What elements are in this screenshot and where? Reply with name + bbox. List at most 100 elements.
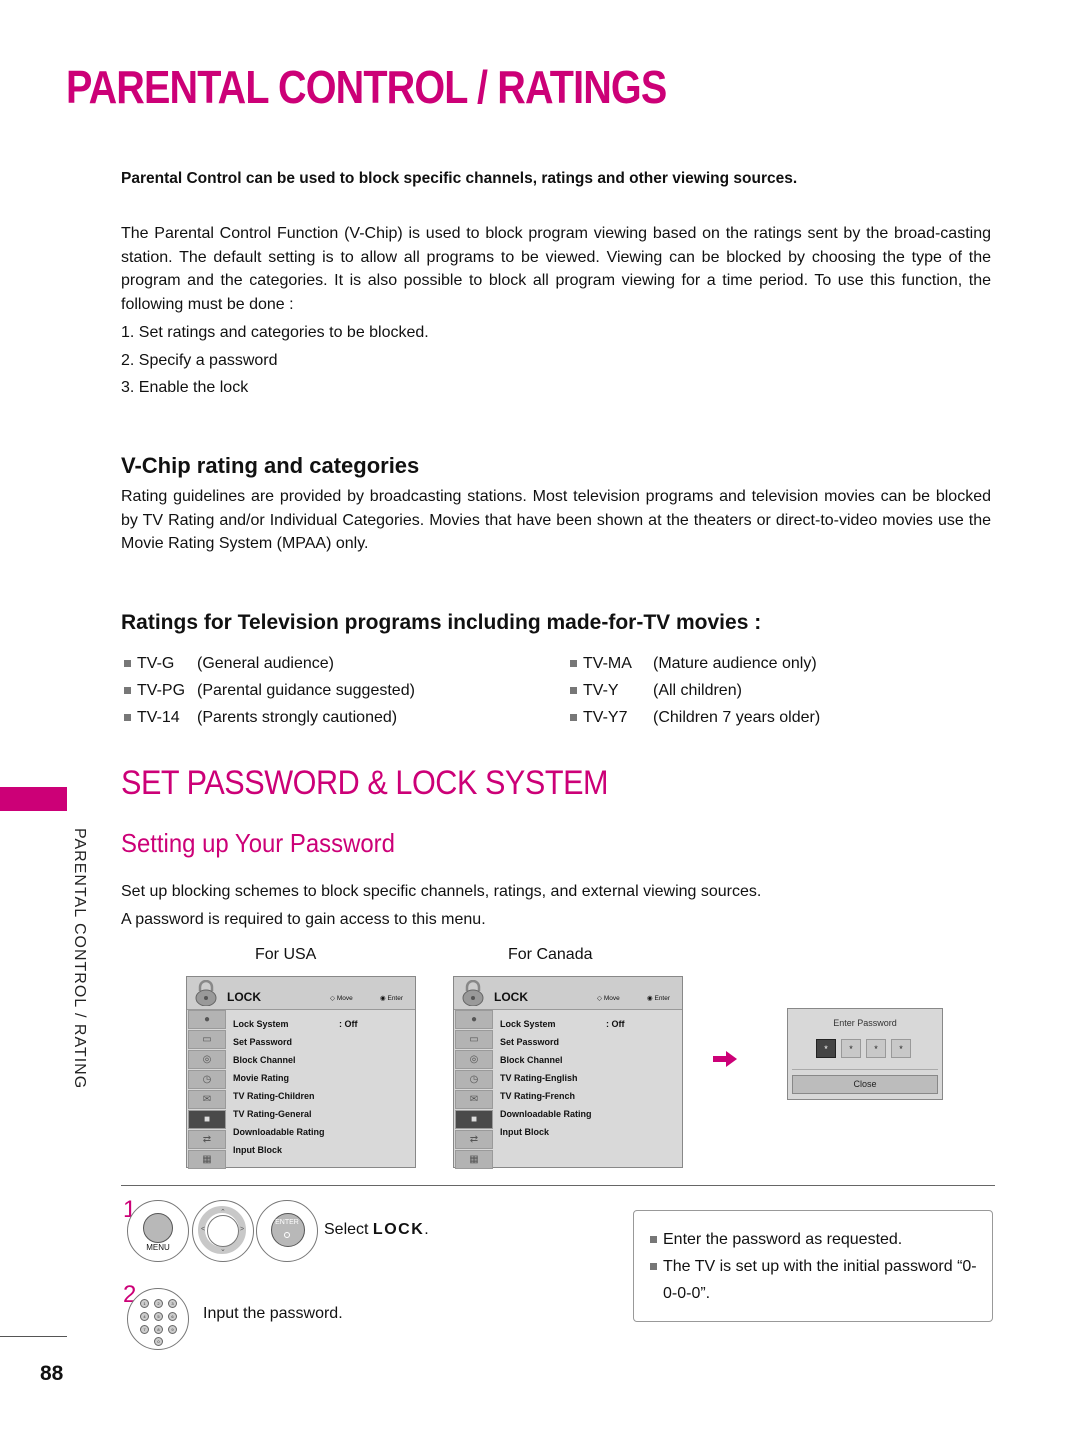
enter-hint: ◉ Enter xyxy=(647,995,671,1002)
requirement-step: 2. Specify a password xyxy=(121,351,278,369)
numpad-key: 4 xyxy=(140,1312,149,1321)
enter-remote-button: ENTER xyxy=(256,1200,318,1262)
enter-button-label: ENTER xyxy=(275,1219,299,1226)
password-digit-field[interactable]: * xyxy=(891,1039,911,1058)
menu-item-downloadable-rating[interactable]: Downloadable Rating xyxy=(233,1123,325,1141)
menu-item-input-block[interactable]: Input Block xyxy=(233,1141,325,1159)
rating-item: TV-G (General audience) xyxy=(124,650,415,677)
time-icon[interactable]: ◷ xyxy=(188,1070,226,1089)
audio-icon[interactable]: ◎ xyxy=(188,1050,226,1069)
lock-tab-icon[interactable]: ■ xyxy=(188,1110,226,1129)
picture-icon[interactable]: ▭ xyxy=(188,1030,226,1049)
requirement-step: 3. Enable the lock xyxy=(121,379,249,396)
section-title: SET PASSWORD & LOCK SYSTEM xyxy=(121,764,609,802)
rating-item: TV-Y (All children) xyxy=(570,677,820,704)
ratings-left-column: TV-G (General audience) TV-PG (Parental gu… xyxy=(124,650,415,731)
arrow-right-icon xyxy=(713,1051,737,1067)
bullet-icon xyxy=(124,687,131,694)
menu-header: LOCK ◇ Move ◉ Enter xyxy=(187,977,415,1010)
usb-icon[interactable]: ⇄ xyxy=(455,1130,493,1149)
notes-list: Enter the password as requested. The TV … xyxy=(650,1226,980,1307)
menu-items: Lock System: Off Set Password Block Chan… xyxy=(233,1015,358,1159)
move-hint: ◇ Move xyxy=(597,995,620,1002)
rating-desc: (All children) xyxy=(653,682,742,699)
photo-icon[interactable]: ▦ xyxy=(455,1150,493,1169)
rating-item: TV-14 (Parents strongly cautioned) xyxy=(124,704,415,731)
side-divider xyxy=(0,1336,67,1337)
menu-item-tv-rating-english[interactable]: TV Rating-English xyxy=(500,1069,592,1087)
audio-icon[interactable]: ◎ xyxy=(455,1050,493,1069)
menu-remote-button: MENU xyxy=(127,1200,189,1262)
dialog-divider xyxy=(792,1069,938,1070)
time-icon[interactable]: ◷ xyxy=(455,1070,493,1089)
label-for-canada: For Canada xyxy=(508,946,593,963)
lock-tab-icon[interactable]: ■ xyxy=(455,1110,493,1129)
menu-item-set-password[interactable]: Set Password xyxy=(500,1033,592,1051)
side-section-label: PARENTAL CONTROL / RATING xyxy=(71,828,88,1090)
menu-item-movie-rating[interactable]: Movie Rating xyxy=(233,1069,325,1087)
rating-code: TV-G xyxy=(137,655,175,672)
menu-item-input-block[interactable]: Input Block xyxy=(500,1123,592,1141)
menu-item-block-channel[interactable]: Block Channel xyxy=(500,1051,592,1069)
lock-icon xyxy=(195,980,217,1006)
description-line: A password is required to gain access to… xyxy=(121,910,486,928)
section-divider xyxy=(121,1185,995,1186)
enter-dot-icon xyxy=(284,1232,290,1238)
bullet-icon xyxy=(650,1236,657,1243)
rating-item: TV-Y7 (Children 7 years older) xyxy=(570,704,820,731)
note-item: The TV is set up with the initial passwo… xyxy=(650,1253,980,1307)
enter-hint: ◉ Enter xyxy=(380,995,404,1002)
menu-item-set-password[interactable]: Set Password xyxy=(233,1033,325,1051)
menu-item-downloadable-rating[interactable]: Downloadable Rating xyxy=(500,1105,592,1123)
photo-icon[interactable]: ▦ xyxy=(188,1150,226,1169)
tv-ratings-heading: Ratings for Television programs includin… xyxy=(121,611,762,634)
requirement-step: 1. Set ratings and categories to be bloc… xyxy=(121,324,429,341)
menu-item-lock-system[interactable]: Lock System: Off xyxy=(233,1015,358,1033)
menu-item-block-channel[interactable]: Block Channel xyxy=(233,1051,325,1069)
usb-icon[interactable]: ⇄ xyxy=(188,1130,226,1149)
lock-menu-canada: LOCK ◇ Move ◉ Enter ● ▭ ◎ ◷ ✉ ■ ⇄ ▦ Lock… xyxy=(453,976,683,1169)
option-icon[interactable]: ✉ xyxy=(188,1090,226,1109)
password-digit-field[interactable]: * xyxy=(816,1039,836,1058)
bullet-icon xyxy=(124,714,131,721)
setup-icon[interactable]: ● xyxy=(455,1010,493,1029)
move-hint: ◇ Move xyxy=(330,995,353,1002)
rating-code: TV-MA xyxy=(583,655,632,672)
page-title: PARENTAL CONTROL / RATINGS xyxy=(66,61,667,113)
option-icon[interactable]: ✉ xyxy=(455,1090,493,1109)
menu-item-tv-rating-french[interactable]: TV Rating-French xyxy=(500,1087,592,1105)
menu-icon-column: ● ▭ ◎ ◷ ✉ ■ ⇄ ▦ xyxy=(187,1010,226,1169)
setup-icon[interactable]: ● xyxy=(188,1010,226,1029)
notes-box: Enter the password as requested. The TV … xyxy=(633,1210,993,1322)
rating-item: TV-PG (Parental guidance suggested) xyxy=(124,677,415,704)
menu-title: LOCK xyxy=(227,990,261,1004)
dialog-title: Enter Password xyxy=(833,1018,897,1028)
numpad-key: 0 xyxy=(154,1337,163,1346)
menu-button-cap xyxy=(143,1213,173,1243)
rating-desc: (General audience) xyxy=(197,655,334,672)
intro-paragraph: The Parental Control Function (V-Chip) i… xyxy=(121,225,991,313)
menu-item-tv-rating-children[interactable]: TV Rating-Children xyxy=(233,1087,325,1105)
close-button[interactable]: Close xyxy=(792,1075,938,1094)
numpad-key: 2 xyxy=(154,1299,163,1308)
numpad-key: 3 xyxy=(168,1299,177,1308)
up-arrow-icon: ⌃ xyxy=(220,1209,226,1216)
label-for-usa: For USA xyxy=(255,946,317,963)
intro-bold-text: Parental Control can be used to block sp… xyxy=(121,170,798,187)
number-keypad-icon: 1 2 3 4 5 6 7 8 9 0 xyxy=(127,1288,189,1350)
nav-center xyxy=(207,1215,239,1247)
vchip-paragraph: Rating guidelines are provided by broadc… xyxy=(121,488,991,552)
rating-desc: (Children 7 years older) xyxy=(653,709,821,726)
section-subtitle: Setting up Your Password xyxy=(121,828,395,858)
description-line: Set up blocking schemes to block specifi… xyxy=(121,883,762,900)
bullet-icon xyxy=(570,714,577,721)
password-digit-field[interactable]: * xyxy=(841,1039,861,1058)
picture-icon[interactable]: ▭ xyxy=(455,1030,493,1049)
password-digit-field[interactable]: * xyxy=(866,1039,886,1058)
menu-items: Lock System: Off Set Password Block Chan… xyxy=(500,1015,625,1141)
rating-item: TV-MA (Mature audience only) xyxy=(570,650,820,677)
menu-item-lock-system[interactable]: Lock System: Off xyxy=(500,1015,625,1033)
password-digits: * * * * xyxy=(816,1039,911,1058)
menu-item-tv-rating-general[interactable]: TV Rating-General xyxy=(233,1105,325,1123)
numpad-key: 5 xyxy=(154,1312,163,1321)
